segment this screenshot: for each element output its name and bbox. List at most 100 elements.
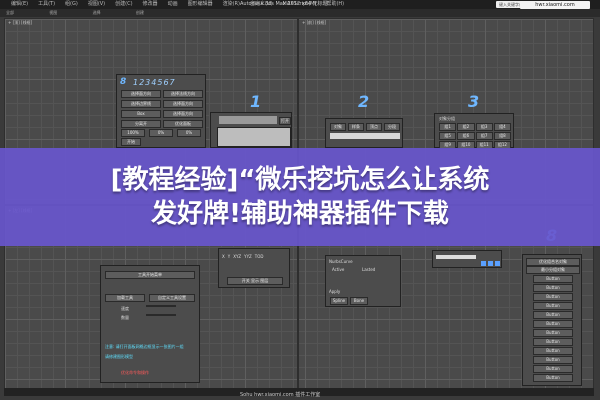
spline-button[interactable]: Spline	[330, 297, 348, 305]
tool-panel-4: 对象分组 组1 组2 组3 组4 组5 组6 组7 组8 组9 组10 组11 …	[434, 113, 514, 149]
tool-panel-3-lower: NurbsCurve Active Lasted Apply Spline Bo…	[325, 255, 401, 307]
group-button[interactable]: 组7	[475, 132, 493, 140]
menu-modifiers[interactable]: 修改器	[138, 0, 163, 9]
toolbar-item[interactable]: 全部	[6, 10, 14, 15]
banner-line-2: 发好牌!辅助神器插件下载	[151, 199, 449, 229]
tool-button[interactable]: 选择边界线	[121, 100, 161, 108]
tool-panel-5: 优化组合名对象 最小分组对象 Button Button Button Butt…	[522, 254, 582, 386]
panel-header[interactable]: 工具开始菜单	[105, 271, 195, 279]
apply-header: Apply	[329, 289, 341, 294]
list-button[interactable]: Button	[533, 329, 573, 337]
tab-vertex[interactable]: 顶点	[366, 123, 382, 131]
stat-field[interactable]: 100%	[121, 129, 145, 137]
menu-edit[interactable]: 编辑(E)	[6, 0, 33, 9]
group-button[interactable]: 组1	[439, 123, 457, 131]
list-button[interactable]: Button	[533, 347, 573, 355]
tab-object[interactable]: 对象	[330, 123, 346, 131]
preview-box	[219, 116, 277, 124]
menu-group[interactable]: 组(G)	[60, 0, 83, 9]
list-button[interactable]: Button	[533, 356, 573, 364]
panel-number-3: 3	[468, 92, 480, 111]
tool-button[interactable]: 优化面板	[163, 120, 203, 128]
radio-lasted[interactable]: Lasted	[362, 267, 375, 272]
list-button[interactable]: Button	[533, 302, 573, 310]
axis-field[interactable]: XYZ	[233, 254, 241, 259]
open-button[interactable]: 打开	[279, 117, 291, 125]
radio-active[interactable]: Active	[332, 267, 344, 272]
panel-number: 8	[120, 77, 127, 87]
stat-field[interactable]: 0%	[177, 129, 201, 137]
panel-subheader: 最小分组对象	[526, 266, 580, 274]
list-button[interactable]: Button	[533, 311, 573, 319]
toolbar-item[interactable]: 选择	[93, 10, 101, 15]
menu-create[interactable]: 创建(C)	[110, 0, 137, 9]
list-button[interactable]: Button	[533, 293, 573, 301]
title-bar: 编辑(E) 工具(T) 组(G) 视图(V) 创建(C) 修改器 动画 图形编辑…	[0, 0, 600, 9]
bone-button[interactable]: Bone	[350, 297, 368, 305]
tool-button[interactable]: 分离开	[121, 120, 161, 128]
count-input[interactable]	[146, 314, 176, 316]
group-button[interactable]: 组3	[475, 123, 493, 131]
toolbar-item[interactable]: 创建	[136, 10, 144, 15]
list-button[interactable]: Button	[533, 320, 573, 328]
tool-panel-1b: 工具开始菜单 加载工具 自定义工具设置 速度 数量 注意: 请打开面板网格边框显…	[100, 265, 200, 383]
tool-button[interactable]: 选择法线方向	[163, 90, 203, 98]
site-logo: hwr.xiaomi.com	[520, 1, 590, 9]
list-header: NurbsCurve	[329, 259, 353, 264]
list-button[interactable]: Button	[533, 275, 573, 283]
view-icon[interactable]	[481, 261, 486, 266]
group-button[interactable]: 组8	[493, 132, 511, 140]
axis-field[interactable]: X	[222, 254, 225, 259]
toolbar-item[interactable]: 视图	[49, 10, 57, 15]
axis-field[interactable]: Y	[228, 254, 230, 259]
group-button[interactable]: 组5	[439, 132, 457, 140]
note-text: 注意: 请打开面板网格边框显示一张图片一组	[105, 344, 184, 349]
layer-toggle-button[interactable]: 开关 显示 图层	[227, 277, 283, 285]
viewport-label-top[interactable]: + [顶] [线框]	[8, 20, 32, 26]
tool-panel-1: 8 1234567 选择面方向 选择法线方向 选择边界线 选择面方向 Box 选…	[116, 74, 206, 148]
grid-icon[interactable]	[495, 261, 500, 266]
tab-spline[interactable]: 样条	[348, 123, 364, 131]
tool-panel-2: 打开	[210, 112, 292, 148]
stat-field[interactable]: 0%	[149, 129, 173, 137]
input-field[interactable]	[330, 133, 400, 139]
menu-graph-editors[interactable]: 图形编辑器	[183, 0, 218, 9]
tool-button[interactable]: 选择面方向	[163, 100, 203, 108]
axis-field[interactable]: YYZ	[244, 254, 252, 259]
load-tool-button[interactable]: 加载工具	[105, 294, 145, 302]
menu-tools[interactable]: 工具(T)	[33, 0, 60, 9]
field-label: 速度	[121, 306, 129, 311]
tool-button[interactable]: Box	[121, 110, 161, 118]
banner-line-1: [教程经验]“微乐挖坑怎么让系统	[110, 165, 490, 195]
zoom-icon[interactable]	[488, 261, 493, 266]
list-box[interactable]	[217, 127, 291, 147]
panel-header: 优化组合名对象	[526, 258, 580, 266]
start-button[interactable]: 开始	[121, 138, 141, 146]
watermark-text: Sohu hwr.xiaomi.com 插件工作室	[240, 392, 321, 398]
axis-field[interactable]: TOD	[255, 254, 264, 259]
list-button[interactable]: Button	[533, 338, 573, 346]
tool-panel-2-lower: X Y XYZ YYZ TOD 开关 显示 图层	[218, 248, 290, 288]
group-button[interactable]: 组6	[457, 132, 475, 140]
tab-segment[interactable]: 分段	[384, 123, 400, 131]
tool-panel-3: 对象 样条 顶点 分段	[325, 118, 403, 148]
tool-button[interactable]: 选择面方向	[121, 90, 161, 98]
tool-button[interactable]: 选择面方向	[163, 110, 203, 118]
menu-view[interactable]: 视图(V)	[83, 0, 110, 9]
list-button[interactable]: Button	[533, 284, 573, 292]
group-header: 对象分组	[439, 116, 455, 121]
custom-tool-button[interactable]: 自定义工具设置	[149, 294, 195, 302]
footer-text: 优化命令和操作	[121, 370, 149, 375]
panel-number-1: 1	[250, 92, 262, 111]
list-button[interactable]: Button	[533, 365, 573, 373]
group-button[interactable]: 组2	[457, 123, 475, 131]
progress-bar	[436, 255, 476, 259]
viewport-label-front[interactable]: + [前] [线框]	[302, 20, 326, 26]
speed-input[interactable]	[146, 305, 176, 307]
field-label: 数量	[121, 315, 129, 320]
tool-panel-4-lower	[432, 250, 502, 268]
menu-animation[interactable]: 动画	[163, 0, 183, 9]
group-button[interactable]: 组4	[493, 123, 511, 131]
main-toolbar: 全部 视图 选择 创建	[0, 9, 600, 17]
list-button[interactable]: Button	[533, 374, 573, 382]
